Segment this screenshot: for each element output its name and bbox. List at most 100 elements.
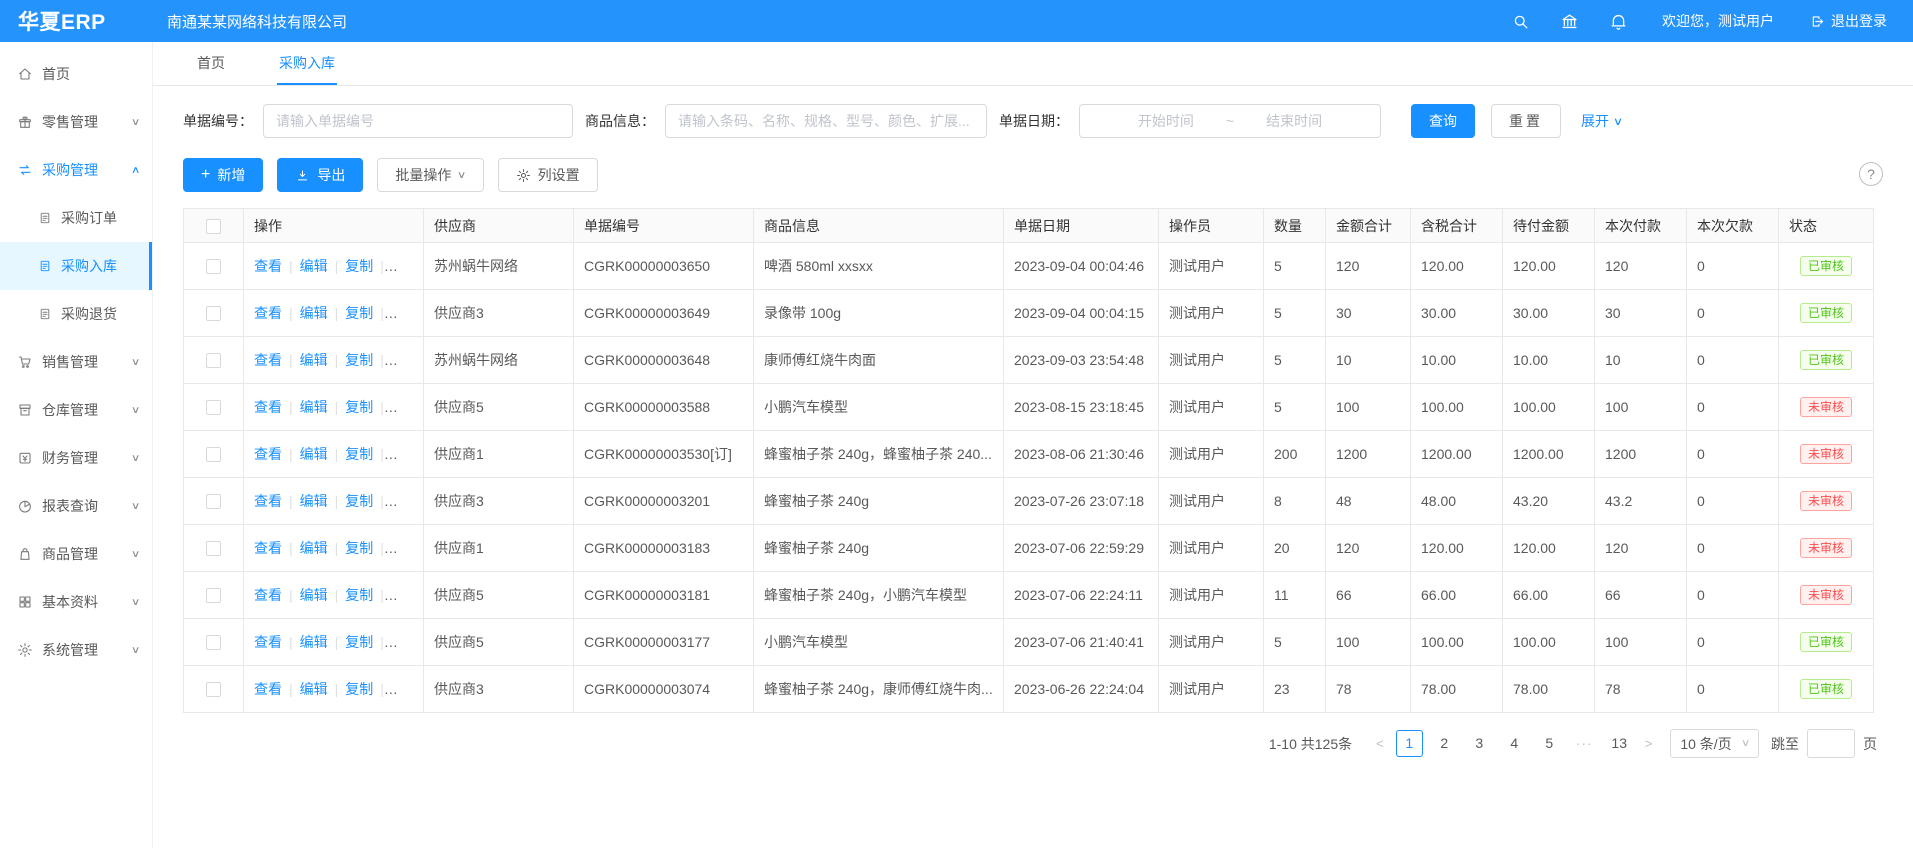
tab-home[interactable]: 首页 [195,42,227,85]
help-button[interactable]: ? [1859,162,1883,186]
status-badge: 未审核 [1800,538,1852,558]
copy-link[interactable]: 复制 [345,352,373,368]
view-link[interactable]: 查看 [254,352,282,368]
edit-link[interactable]: 编辑 [300,305,328,321]
copy-link[interactable]: 复制 [345,540,373,556]
tab-purchase-inbound[interactable]: 采购入库 [277,42,337,85]
jump-to-input[interactable] [1807,729,1855,758]
bill-date-cell: 2023-07-06 22:59:29 [1004,525,1159,572]
bill-date-cell: 2023-06-26 22:24:04 [1004,666,1159,713]
edit-link[interactable]: 编辑 [300,587,328,603]
document-icon [38,211,52,225]
bill-no-cell: CGRK00000003183 [574,525,754,572]
row-checkbox[interactable] [206,400,221,415]
prev-page-button[interactable]: < [1368,736,1392,751]
batch-actions-button[interactable]: 批量操作 ∨ [377,158,483,192]
copy-link[interactable]: 复制 [345,399,373,415]
view-link[interactable]: 查看 [254,399,282,415]
reset-button[interactable]: 重置 [1491,104,1561,138]
edit-link[interactable]: 编辑 [300,399,328,415]
goods-info-cell: 啤酒 580ml xxsxx [754,243,1004,290]
question-mark-icon: ? [1867,166,1875,182]
sidebar-item-basic-data[interactable]: 基本资料 [0,578,152,626]
copy-link[interactable]: 复制 [345,305,373,321]
edit-link[interactable]: 编辑 [300,446,328,462]
page-number-button[interactable]: 1 [1396,730,1423,757]
view-link[interactable]: 查看 [254,305,282,321]
copy-link[interactable]: 复制 [345,446,373,462]
edit-link[interactable]: 编辑 [300,681,328,697]
column-settings-label: 列设置 [538,165,580,185]
page-number-button[interactable]: 13 [1606,730,1633,757]
row-checkbox[interactable] [206,353,221,368]
copy-link[interactable]: 复制 [345,493,373,509]
row-checkbox[interactable] [206,541,221,556]
row-checkbox[interactable] [206,635,221,650]
page-number-button[interactable]: ··· [1571,730,1598,757]
search-button-label: 查询 [1429,111,1457,131]
date-end-input[interactable] [1238,113,1350,129]
sidebar-item-finance[interactable]: 财务管理 [0,434,152,482]
view-link[interactable]: 查看 [254,493,282,509]
page-number-button[interactable]: 4 [1501,730,1528,757]
row-checkbox[interactable] [206,447,221,462]
select-all-checkbox[interactable] [206,219,221,234]
sidebar-item-label: 零售管理 [42,112,98,132]
export-button[interactable]: 导出 [277,158,363,192]
sidebar-item-reports[interactable]: 报表查询 [0,482,152,530]
sidebar-item-purchase-return[interactable]: 采购退货 [0,290,152,338]
search-icon[interactable] [1511,12,1530,31]
view-link[interactable]: 查看 [254,634,282,650]
sidebar-item-retail[interactable]: 零售管理 [0,98,152,146]
action-separator: | [289,446,293,462]
sidebar-item-sales[interactable]: 销售管理 [0,338,152,386]
row-checkbox[interactable] [206,588,221,603]
sidebar-item-purchase-order[interactable]: 采购订单 [0,194,152,242]
view-link[interactable]: 查看 [254,587,282,603]
bill-no-input[interactable] [263,104,573,138]
goods-info-input[interactable] [665,104,987,138]
date-range-picker[interactable]: ~ [1079,104,1381,138]
page-number-button[interactable]: 3 [1466,730,1493,757]
sidebar-item-goods[interactable]: 商品管理 [0,530,152,578]
status-cell: 未审核 [1779,525,1874,572]
edit-link[interactable]: 编辑 [300,352,328,368]
sidebar-item-purchase-inbound[interactable]: 采购入库 [0,242,152,290]
view-link[interactable]: 查看 [254,258,282,274]
date-start-input[interactable] [1110,113,1222,129]
edit-link[interactable]: 编辑 [300,258,328,274]
copy-link[interactable]: 复制 [345,587,373,603]
view-link[interactable]: 查看 [254,540,282,556]
action-separator: | [380,258,384,274]
edit-link[interactable]: 编辑 [300,540,328,556]
copy-link[interactable]: 复制 [345,258,373,274]
sidebar-item-system[interactable]: 系统管理 [0,626,152,674]
page-number-button[interactable]: 5 [1536,730,1563,757]
search-button[interactable]: 查询 [1411,104,1475,138]
sidebar-item-purchase[interactable]: 采购管理 [0,146,152,194]
page-size-value: 10 条/页 [1680,734,1731,754]
edit-link[interactable]: 编辑 [300,634,328,650]
row-checkbox[interactable] [206,494,221,509]
action-separator: | [380,352,384,368]
view-link[interactable]: 查看 [254,446,282,462]
sidebar-item-warehouse[interactable]: 仓库管理 [0,386,152,434]
copy-link[interactable]: 复制 [345,681,373,697]
edit-link[interactable]: 编辑 [300,493,328,509]
row-checkbox[interactable] [206,259,221,274]
sidebar-item-home[interactable]: 首页 [0,50,152,98]
row-checkbox[interactable] [206,682,221,697]
column-settings-button[interactable]: 列设置 [498,158,598,192]
add-button[interactable]: + 新增 [183,158,263,192]
action-separator: | [335,540,339,556]
copy-link[interactable]: 复制 [345,634,373,650]
expand-filters-link[interactable]: 展开 ∨ [1581,111,1622,131]
bank-icon[interactable] [1560,12,1579,31]
next-page-button[interactable]: > [1637,736,1661,751]
bell-icon[interactable] [1609,12,1628,31]
view-link[interactable]: 查看 [254,681,282,697]
row-checkbox[interactable] [206,306,221,321]
page-size-select[interactable]: 10 条/页 ∨ [1670,729,1759,758]
page-number-button[interactable]: 2 [1431,730,1458,757]
logout-button[interactable]: 退出登录 [1808,11,1887,31]
